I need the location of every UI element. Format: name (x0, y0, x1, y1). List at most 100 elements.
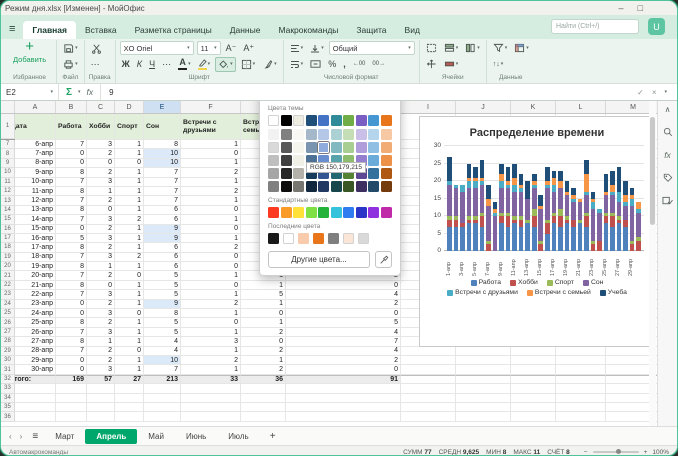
header-cell[interactable]: Работа (56, 114, 87, 140)
standard-color-swatch[interactable] (331, 207, 342, 218)
insert-function-button[interactable]: fx (87, 87, 94, 97)
ribbon-tab-Макрокоманды[interactable]: Макрокоманды (269, 21, 347, 39)
cell[interactable]: 1 (181, 290, 241, 299)
shade-swatch[interactable] (381, 181, 392, 192)
search-panel-icon[interactable] (663, 127, 673, 137)
shade-swatch[interactable] (331, 129, 342, 140)
cell[interactable]: 4 (286, 328, 401, 337)
cell[interactable] (15, 384, 56, 393)
header-cell[interactable]: Встречи с друзьями (181, 114, 241, 140)
cell-check-icon[interactable] (662, 196, 673, 206)
row-number[interactable]: 7 (1, 140, 15, 149)
cell[interactable]: 5 (144, 328, 181, 337)
chart-object[interactable]: Распределение времени 051015202530 1-апр… (419, 116, 655, 347)
row-number[interactable]: 8 (1, 149, 15, 158)
cell[interactable] (456, 375, 511, 384)
cell[interactable]: 8 (56, 281, 87, 290)
recent-color-swatch[interactable] (328, 233, 339, 244)
standard-color-swatch[interactable] (281, 207, 292, 218)
cell[interactable]: 2 (87, 271, 115, 280)
cell[interactable]: 0 (181, 281, 241, 290)
cell[interactable]: 1 (115, 290, 144, 299)
insert-row-button[interactable]: ▾ (442, 42, 461, 54)
cell[interactable] (115, 403, 144, 412)
collapse-toolbar-icon[interactable]: ∧ (665, 105, 671, 114)
delete-cells-button[interactable]: ▾ (442, 58, 461, 70)
cell[interactable]: 1 (115, 300, 144, 309)
theme-color-swatch[interactable] (281, 115, 292, 126)
cell[interactable]: 7 (144, 168, 181, 177)
cell[interactable]: 7 (56, 328, 87, 337)
cell[interactable] (556, 356, 606, 365)
cell[interactable]: 8 (56, 168, 87, 177)
cell[interactable]: 0 (87, 159, 115, 168)
column-header-C[interactable]: C (87, 101, 115, 113)
cut-button[interactable] (89, 42, 104, 55)
row-number[interactable]: 30 (1, 356, 15, 365)
cell[interactable]: 6 (144, 253, 181, 262)
cell[interactable] (456, 403, 511, 412)
cell[interactable]: 7 (56, 196, 87, 205)
cell[interactable]: 5 (56, 234, 87, 243)
functions-panel-icon[interactable]: fx (664, 150, 671, 160)
sheet-list-icon[interactable]: ≡ (32, 431, 38, 442)
ribbon-tab-Главная[interactable]: Главная (23, 21, 76, 39)
cell[interactable]: 3 (87, 140, 115, 149)
row-number[interactable]: 10 (1, 168, 15, 177)
cell[interactable]: 7 (144, 365, 181, 374)
cell-name-box[interactable]: E2▾ (1, 84, 59, 100)
column-header-D[interactable]: D (115, 101, 144, 113)
column-header-B[interactable]: B (56, 101, 87, 113)
row-number[interactable]: 16 (1, 225, 15, 234)
cell[interactable]: 57 (87, 375, 115, 384)
column-header-J[interactable]: J (456, 101, 511, 113)
bold-button[interactable]: Ж (120, 59, 132, 70)
shade-swatch[interactable] (268, 181, 279, 192)
cell[interactable]: 7 (144, 196, 181, 205)
cell[interactable]: 22-апр (15, 290, 56, 299)
cell[interactable]: 9 (144, 225, 181, 234)
cell[interactable]: 2 (286, 356, 401, 365)
cell[interactable]: 33 (181, 375, 241, 384)
other-colors-button[interactable]: Другие цвета... (268, 251, 370, 268)
cell[interactable]: 8-апр (15, 159, 56, 168)
cell[interactable]: 4 (144, 337, 181, 346)
row-number[interactable]: 34 (1, 394, 15, 403)
cell[interactable]: 2 (181, 187, 241, 196)
cell[interactable] (456, 356, 511, 365)
cell[interactable]: 6 (144, 262, 181, 271)
cell[interactable] (56, 412, 87, 421)
sheet-tab-Июль[interactable]: Июль (217, 429, 259, 444)
shade-swatch[interactable] (293, 181, 304, 192)
cell[interactable]: 0 (115, 271, 144, 280)
cell[interactable] (401, 403, 456, 412)
cell[interactable] (511, 403, 556, 412)
shade-swatch[interactable] (281, 142, 292, 153)
cell[interactable] (144, 384, 181, 393)
cell[interactable]: 1 (115, 187, 144, 196)
cell[interactable]: 1 (115, 234, 144, 243)
cell[interactable]: 8 (144, 309, 181, 318)
cell[interactable]: 0 (286, 281, 401, 290)
shade-swatch[interactable] (293, 142, 304, 153)
cell[interactable]: 9-апр (15, 168, 56, 177)
cell[interactable] (511, 347, 556, 356)
cell[interactable] (556, 384, 606, 393)
cell[interactable]: 1 (241, 356, 286, 365)
row-number[interactable]: 1 (1, 114, 15, 139)
cell[interactable]: 20-апр (15, 271, 56, 280)
cell[interactable] (286, 412, 401, 421)
frame-button[interactable] (424, 42, 439, 54)
row-number[interactable]: 27 (1, 328, 15, 337)
cell[interactable]: 2 (87, 168, 115, 177)
cell[interactable] (144, 394, 181, 403)
cell[interactable]: 1 (115, 365, 144, 374)
cell[interactable] (556, 365, 606, 374)
shade-swatch[interactable] (281, 168, 292, 179)
add-sheet-button[interactable]: + (260, 431, 286, 442)
recent-color-swatch[interactable] (343, 233, 354, 244)
cell[interactable]: 27 (115, 375, 144, 384)
row-number[interactable]: 22 (1, 281, 15, 290)
shade-swatch[interactable] (381, 142, 392, 153)
cell[interactable]: 1 (115, 262, 144, 271)
